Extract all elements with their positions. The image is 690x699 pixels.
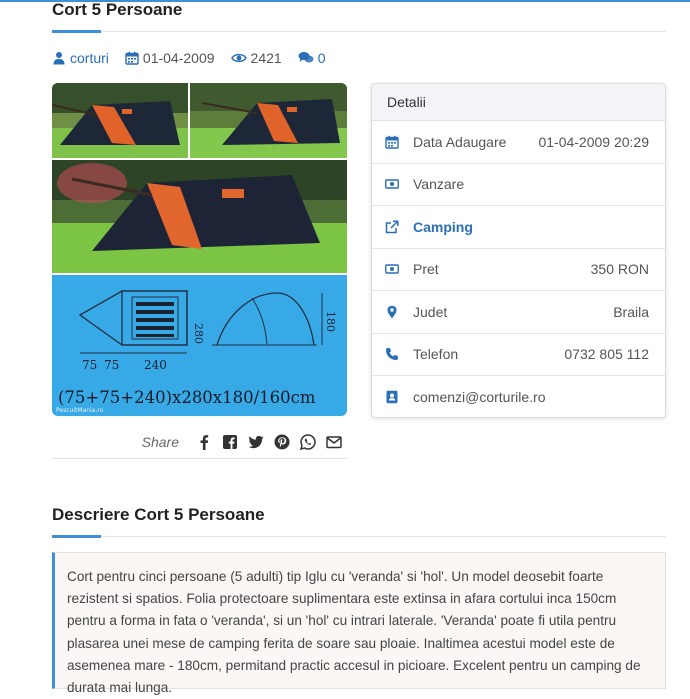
meta-date: 01-04-2009 — [125, 50, 215, 66]
detail-label: Vanzare — [413, 176, 465, 193]
twitter-icon[interactable] — [248, 434, 264, 450]
detail-label: Pret — [413, 261, 439, 278]
pinterest-icon[interactable] — [274, 434, 290, 450]
description-box: Cort pentru cinci persoane (5 adulti) ti… — [52, 552, 666, 695]
phone-value[interactable]: 0732 805 112 — [564, 346, 649, 362]
external-link-icon — [385, 220, 399, 233]
money-icon — [385, 264, 399, 274]
details-header: Detalii — [372, 84, 665, 121]
category-link[interactable]: Camping — [413, 219, 649, 235]
details-card: Detalii Data Adaugare 01-04-2009 20:29 V… — [371, 83, 666, 418]
page-title: Cort 5 Persoane — [52, 0, 183, 19]
address-book-icon — [386, 391, 398, 404]
meta-views-count: 2421 — [250, 50, 282, 66]
meta-category-link[interactable]: corturi — [70, 50, 109, 66]
svg-text:75: 75 — [104, 358, 119, 372]
email-link[interactable]: comenzi@corturile.ro — [413, 389, 649, 405]
whatsapp-icon[interactable] — [300, 434, 316, 450]
detail-value: 01-04-2009 20:29 — [538, 133, 649, 150]
price-value: 350 RON — [590, 261, 649, 278]
meta-date-text: 01-04-2009 — [142, 50, 215, 66]
calendar-icon — [385, 135, 399, 149]
map-marker-icon — [387, 305, 397, 319]
detail-label: Telefon — [413, 346, 459, 363]
share-label: Share — [141, 434, 179, 450]
description-divider — [52, 536, 666, 537]
title-divider — [52, 31, 666, 32]
svg-text:PescuitMania.ro: PescuitMania.ro — [56, 407, 104, 414]
svg-text:280: 280 — [192, 323, 205, 344]
meta-comments[interactable]: 0 — [298, 50, 326, 66]
description-accent-bar — [52, 535, 101, 538]
facebook-square-icon[interactable] — [222, 434, 238, 450]
facebook-icon[interactable] — [196, 434, 212, 450]
description-text: Cort pentru cinci persoane (5 adulti) ti… — [67, 569, 641, 696]
detail-row-category[interactable]: Camping — [372, 206, 665, 249]
svg-text:240: 240 — [144, 358, 167, 372]
svg-text:180: 180 — [324, 311, 337, 332]
meta-comments-count[interactable]: 0 — [318, 50, 326, 66]
phone-icon — [386, 348, 398, 361]
eye-icon — [230, 53, 247, 63]
calendar-icon — [125, 51, 139, 65]
detail-label: Judet — [413, 303, 448, 320]
tent-image: 75 75 240 280 180 (75+75+240)x280x180/16… — [52, 83, 347, 416]
detail-row-county: Judet Braila — [372, 291, 665, 334]
money-icon — [385, 179, 399, 189]
comments-icon — [298, 52, 314, 63]
share-divider — [52, 458, 347, 459]
svg-text:(75+75+240)x280x180/160cm: (75+75+240)x280x180/160cm — [58, 388, 316, 407]
post-meta: corturi 01-04-2009 2421 0 — [52, 49, 341, 67]
meta-category[interactable]: corturi — [52, 50, 109, 66]
detail-row-price: Pret 350 RON — [372, 249, 665, 291]
meta-views: 2421 — [230, 50, 282, 66]
svg-text:75: 75 — [82, 358, 97, 372]
share-bar: Share — [52, 432, 347, 452]
detail-row-date: Data Adaugare 01-04-2009 20:29 — [372, 121, 665, 164]
description-title: Descriere Cort 5 Persoane — [52, 505, 265, 524]
user-icon — [53, 52, 65, 65]
county-value: Braila — [613, 303, 649, 320]
detail-row-phone[interactable]: Telefon 0732 805 112 — [372, 334, 665, 376]
detail-row-email[interactable]: comenzi@corturile.ro — [372, 376, 665, 417]
email-icon[interactable] — [326, 434, 342, 450]
title-accent-bar — [52, 30, 101, 33]
detail-row-type: Vanzare — [372, 164, 665, 206]
product-photo[interactable]: 75 75 240 280 180 (75+75+240)x280x180/16… — [52, 83, 347, 416]
detail-label: Data Adaugare — [413, 133, 507, 150]
